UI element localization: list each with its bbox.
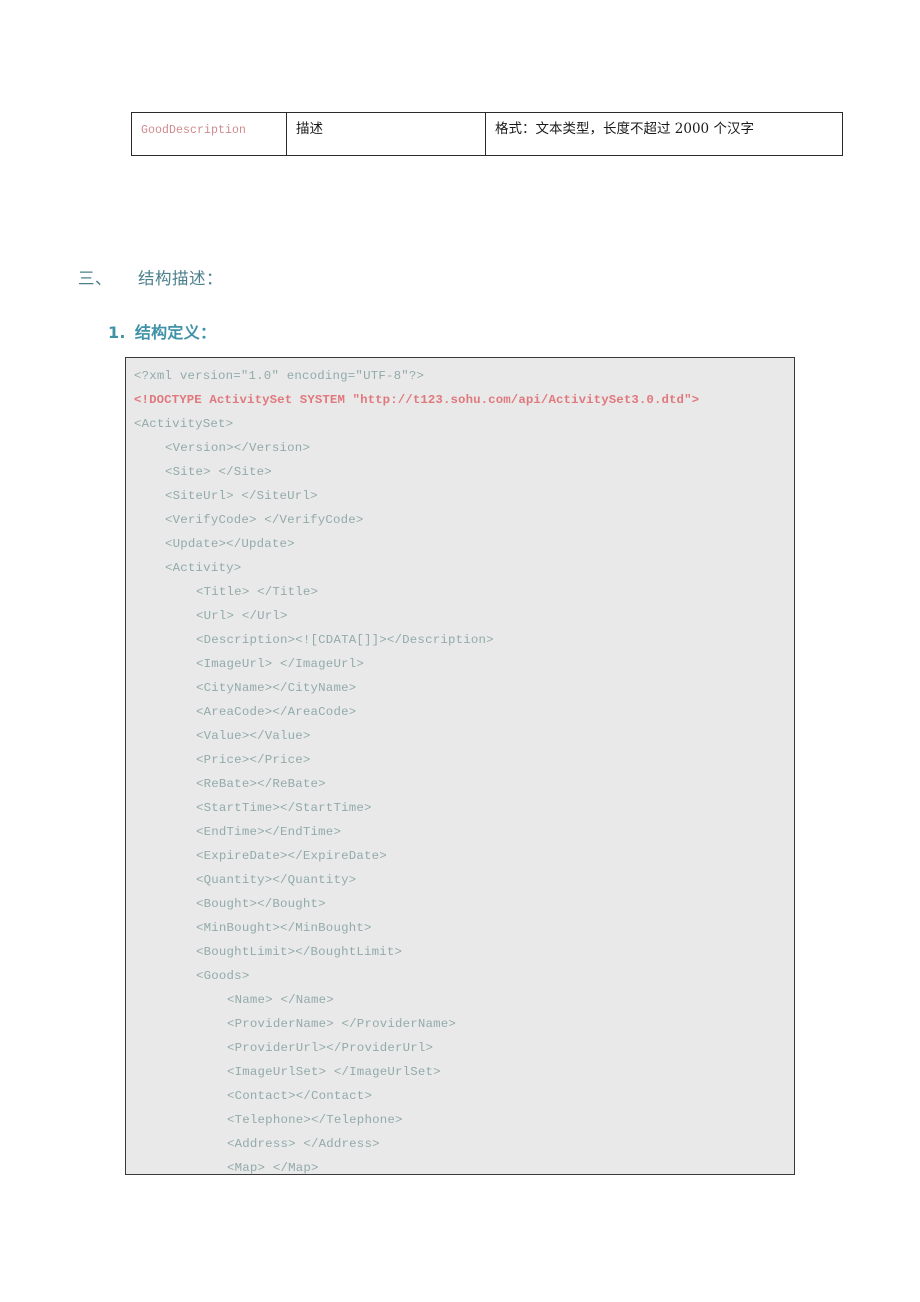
xml-code-line: <ProviderUrl></ProviderUrl> <box>227 1041 434 1055</box>
xml-code-line: <Bought></Bought> <box>196 897 326 911</box>
field-name-code: GoodDescription <box>141 124 247 137</box>
xml-code-line: <StartTime></StartTime> <box>196 801 372 815</box>
subsection-heading: 1. 结构定义： <box>108 319 216 343</box>
xml-code-line: <ReBate></ReBate> <box>196 777 326 791</box>
xml-code-line: <EndTime></EndTime> <box>196 825 342 839</box>
xml-code-line: <ImageUrl> </ImageUrl> <box>196 657 364 671</box>
specification-table: GoodDescription 描述 格式：文本类型，长度不超过 2000 个汉… <box>131 112 843 156</box>
xml-code-line: <Address> </Address> <box>227 1137 380 1151</box>
xml-code-line: <AreaCode></AreaCode> <box>196 705 357 719</box>
xml-code-line: <BoughtLimit></BoughtLimit> <box>196 945 403 959</box>
field-label-text: 描述 <box>296 121 323 137</box>
xml-code-line: <Url> </Url> <box>196 609 288 623</box>
xml-code-line: <ImageUrlSet> </ImageUrlSet> <box>227 1065 441 1079</box>
section-heading: 三、 结构描述： <box>78 265 223 289</box>
section-heading-number: 三、 <box>78 269 112 288</box>
xml-code-line: <ActivitySet> <box>134 417 234 431</box>
table-cell-field: GoodDescription <box>131 112 287 156</box>
xml-code-line: <CityName></CityName> <box>196 681 357 695</box>
xml-code-line: <Value></Value> <box>196 729 311 743</box>
xml-code-line: <Contact></Contact> <box>227 1089 373 1103</box>
xml-code-line: <Name> </Name> <box>227 993 334 1007</box>
xml-code-line: <VerifyCode> </VerifyCode> <box>165 513 364 527</box>
xml-code-line: <ProviderName> </ProviderName> <box>227 1017 457 1031</box>
field-description-text: 格式：文本类型，长度不超过 2000 个汉字 <box>495 121 754 137</box>
table-body: GoodDescription 描述 格式：文本类型，长度不超过 2000 个汉… <box>131 112 843 156</box>
xml-code-line: <Price></Price> <box>196 753 311 767</box>
xml-code-line: <Update></Update> <box>165 537 295 551</box>
section-heading-title: 结构描述： <box>138 269 223 288</box>
xml-code-line: <ExpireDate></ExpireDate> <box>196 849 387 863</box>
subsection-heading-title: 结构定义： <box>134 323 217 342</box>
xml-code-line: <Title> </Title> <box>196 585 319 599</box>
table-row: GoodDescription 描述 格式：文本类型，长度不超过 2000 个汉… <box>131 112 843 156</box>
xml-code-line: <Site> </Site> <box>165 465 272 479</box>
table-cell-description: 格式：文本类型，长度不超过 2000 个汉字 <box>485 112 843 156</box>
xml-code-lines: <?xml version="1.0" encoding="UTF-8"?> <!… <box>126 364 794 1175</box>
xml-code-line: <SiteUrl> </SiteUrl> <box>165 489 318 503</box>
xml-code-line: <Version></Version> <box>165 441 311 455</box>
xml-code-line: <Goods> <box>196 969 250 983</box>
xml-code-line: <Telephone></Telephone> <box>227 1113 403 1127</box>
xml-code-line: <MinBought></MinBought> <box>196 921 372 935</box>
xml-code-line: <?xml version="1.0" encoding="UTF-8"?> <box>134 369 425 383</box>
xml-code-line: <Activity> <box>165 561 242 575</box>
xml-code-line: <!DOCTYPE ActivitySet SYSTEM "http://t12… <box>134 393 700 407</box>
table-cell-name: 描述 <box>286 112 486 156</box>
xml-code-line: <Quantity></Quantity> <box>196 873 357 887</box>
xml-code-line: <Description><![CDATA[]]></Description> <box>196 633 494 647</box>
subsection-heading-number: 1. <box>108 323 126 342</box>
xml-code-block: <?xml version="1.0" encoding="UTF-8"?> <!… <box>125 357 795 1175</box>
xml-code-line: <Map> </Map> <box>227 1161 319 1175</box>
